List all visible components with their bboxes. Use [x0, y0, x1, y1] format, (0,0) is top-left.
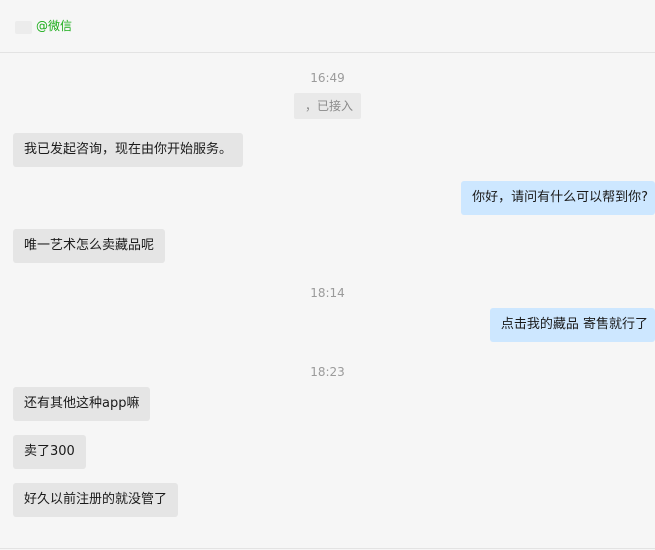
incoming-message[interactable]: 卖了300 — [13, 435, 86, 469]
timestamp: 16:49 — [310, 71, 345, 85]
message-list[interactable]: 16:49 ，已接入 我已发起咨询，现在由你开始服务。 你好，请问有什么可以帮到… — [0, 54, 655, 548]
incoming-message[interactable]: 我已发起咨询，现在由你开始服务。 — [13, 133, 244, 167]
contact-name[interactable]: @微信 — [36, 18, 72, 34]
timestamp: 18:14 — [310, 286, 345, 300]
chat-header: @微信 — [0, 0, 655, 53]
system-notice: ，已接入 — [293, 93, 361, 119]
timestamp: 18:23 — [310, 365, 345, 379]
incoming-message[interactable]: 还有其他这种app嘛 — [13, 387, 151, 421]
incoming-message[interactable]: 唯一艺术怎么卖藏品呢 — [13, 229, 166, 263]
outgoing-message[interactable]: 点击我的藏品 寄售就行了 — [489, 308, 655, 342]
incoming-message[interactable]: 好久以前注册的就没管了 — [13, 483, 179, 517]
contact-avatar[interactable] — [15, 21, 32, 34]
input-divider — [0, 548, 655, 549]
system-notice-row: ，已接入 — [0, 93, 655, 119]
outgoing-message[interactable]: 你好，请问有什么可以帮到你? — [461, 181, 655, 215]
